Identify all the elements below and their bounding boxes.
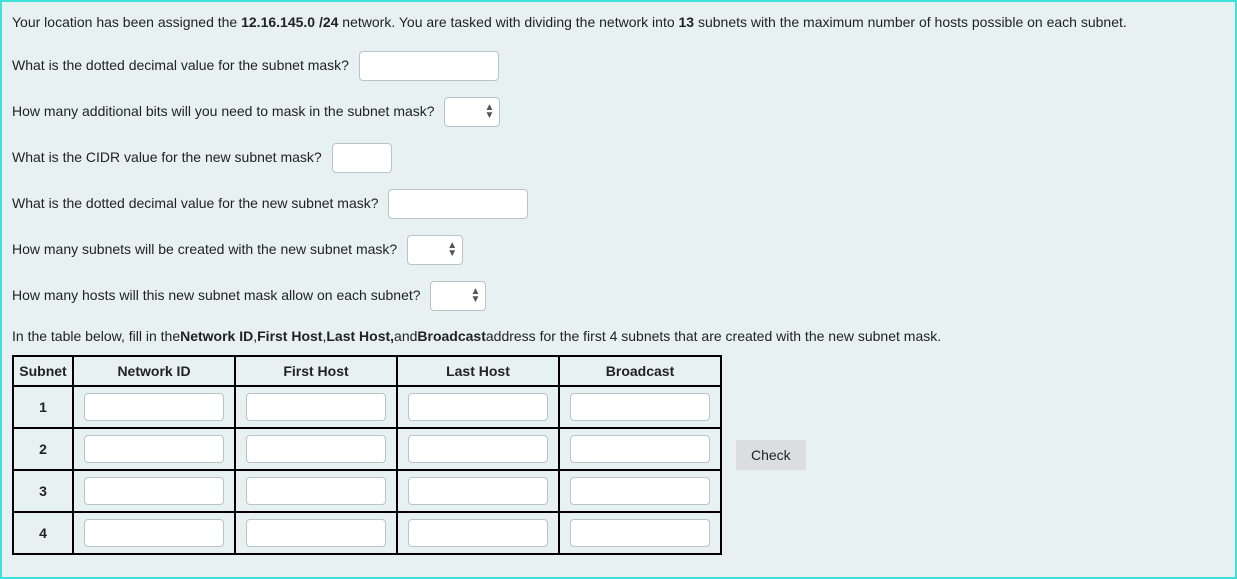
- table-row: 1: [13, 386, 721, 428]
- exercise-panel: Your location has been assigned the 12.1…: [0, 0, 1237, 579]
- table-row: 4: [13, 512, 721, 554]
- network-id-input[interactable]: [84, 393, 224, 421]
- intro-subnets: 13: [679, 14, 695, 30]
- intro-suffix: subnets with the maximum number of hosts…: [694, 14, 1127, 30]
- th-last-host: Last Host: [397, 356, 559, 386]
- row-num: 1: [13, 386, 73, 428]
- row-num: 2: [13, 428, 73, 470]
- row-num: 3: [13, 470, 73, 512]
- new-subnet-mask-input[interactable]: [388, 189, 528, 219]
- table-intro-b3: Last Host,: [326, 327, 394, 347]
- table-intro-s3: and: [394, 327, 417, 347]
- additional-bits-select[interactable]: [444, 97, 500, 127]
- q4-label: What is the dotted decimal value for the…: [12, 194, 382, 214]
- q5-label: How many subnets will be created with th…: [12, 240, 401, 260]
- broadcast-input[interactable]: [570, 435, 710, 463]
- broadcast-input[interactable]: [570, 393, 710, 421]
- network-id-input[interactable]: [84, 477, 224, 505]
- table-intro-suffix: address for the first 4 subnets that are…: [486, 327, 941, 347]
- table-intro-b2: First Host: [257, 327, 322, 347]
- broadcast-input[interactable]: [570, 477, 710, 505]
- th-first-host: First Host: [235, 356, 397, 386]
- last-host-input[interactable]: [408, 477, 548, 505]
- hosts-per-subnet-select[interactable]: [430, 281, 486, 311]
- q1-label: What is the dotted decimal value for the…: [12, 56, 353, 76]
- last-host-input[interactable]: [408, 393, 548, 421]
- subnets-created-select[interactable]: [407, 235, 463, 265]
- intro-text: Your location has been assigned the 12.1…: [12, 12, 1225, 33]
- network-id-input[interactable]: [84, 435, 224, 463]
- th-broadcast: Broadcast: [559, 356, 721, 386]
- first-host-input[interactable]: [246, 435, 386, 463]
- q3-label: What is the CIDR value for the new subne…: [12, 148, 326, 168]
- table-intro-b4: Broadcast: [417, 327, 485, 347]
- subnet-table: Subnet Network ID First Host Last Host B…: [12, 355, 722, 555]
- check-button[interactable]: Check: [736, 440, 806, 470]
- cidr-input[interactable]: [332, 143, 392, 173]
- table-intro-b1: Network ID: [180, 327, 253, 347]
- last-host-input[interactable]: [408, 435, 548, 463]
- first-host-input[interactable]: [246, 393, 386, 421]
- q6-label: How many hosts will this new subnet mask…: [12, 286, 424, 306]
- last-host-input[interactable]: [408, 519, 548, 547]
- q2-label: How many additional bits will you need t…: [12, 102, 438, 122]
- intro-network: 12.16.145.0 /24: [241, 14, 338, 30]
- first-host-input[interactable]: [246, 477, 386, 505]
- subnet-mask-input[interactable]: [359, 51, 499, 81]
- network-id-input[interactable]: [84, 519, 224, 547]
- table-row: 2: [13, 428, 721, 470]
- broadcast-input[interactable]: [570, 519, 710, 547]
- th-subnet: Subnet: [13, 356, 73, 386]
- intro-mid: network. You are tasked with dividing th…: [338, 14, 678, 30]
- table-intro-prefix: In the table below, fill in the: [12, 327, 180, 347]
- first-host-input[interactable]: [246, 519, 386, 547]
- row-num: 4: [13, 512, 73, 554]
- table-row: 3: [13, 470, 721, 512]
- intro-prefix: Your location has been assigned the: [12, 14, 241, 30]
- th-network-id: Network ID: [73, 356, 235, 386]
